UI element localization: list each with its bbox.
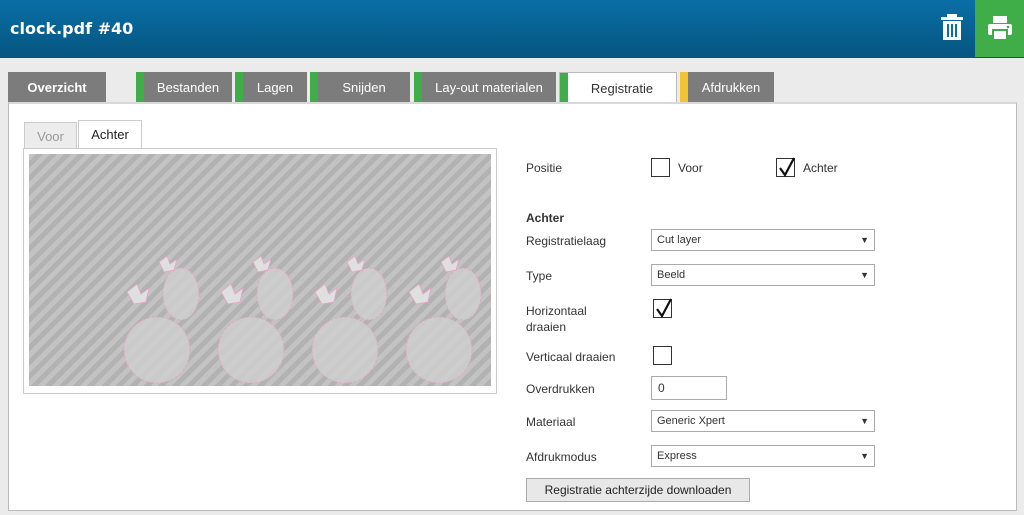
front-checkbox[interactable]: [651, 158, 670, 177]
registration-layer-select[interactable]: Cut layer ▼: [651, 229, 875, 251]
dropdown-arrow-icon: ▼: [860, 416, 869, 426]
tab-label: Overzicht: [27, 80, 87, 95]
tab-label: Lagen: [256, 80, 294, 95]
overprint-label: Overdrukken: [526, 382, 595, 396]
tab-registratie[interactable]: Registratie: [559, 72, 677, 104]
print-mode-label: Afdrukmodus: [526, 450, 597, 464]
material-select[interactable]: Generic Xpert ▼: [651, 410, 875, 432]
print-button[interactable]: [975, 0, 1024, 57]
status-marker: [680, 72, 688, 103]
section-title: Achter: [526, 211, 565, 225]
preview-image: [29, 154, 491, 386]
tab-label: Afdrukken: [701, 80, 761, 95]
status-marker: [235, 72, 243, 103]
tab-achter[interactable]: Achter: [78, 120, 142, 150]
select-value: Express: [657, 450, 697, 462]
tab-label: Registratie: [590, 81, 654, 96]
print-mode-select[interactable]: Express ▼: [651, 445, 875, 467]
tab-label: Lay-out materialen: [435, 80, 543, 95]
trash-icon[interactable]: [938, 12, 966, 42]
checkmark-icon: [656, 298, 672, 319]
dropdown-arrow-icon: ▼: [860, 270, 869, 280]
select-value: Cut layer: [657, 234, 702, 246]
tab-bestanden[interactable]: Bestanden: [136, 72, 232, 103]
position-label: Positie: [526, 161, 563, 175]
tab-label: Snijden: [342, 80, 386, 95]
back-checkbox[interactable]: [776, 157, 795, 178]
tab-layout-materialen[interactable]: Lay-out materialen: [414, 72, 556, 103]
status-marker: [136, 72, 144, 103]
select-value: Beeld: [657, 269, 686, 281]
tab-lagen[interactable]: Lagen: [235, 72, 307, 103]
select-value: Generic Xpert: [657, 415, 725, 427]
overprint-input[interactable]: [651, 376, 727, 400]
tab-label: Bestanden: [156, 80, 220, 95]
tab-afdrukken[interactable]: Afdrukken: [680, 72, 774, 103]
tab-snijden[interactable]: Snijden: [310, 72, 410, 103]
status-marker: [310, 72, 318, 103]
status-marker: [414, 72, 422, 103]
type-label: Type: [526, 269, 553, 283]
dropdown-arrow-icon: ▼: [860, 451, 869, 461]
flip-horizontal-label: Horizontaal draaien: [526, 304, 587, 334]
status-marker: [560, 73, 568, 104]
document-title: clock.pdf #40: [10, 19, 134, 38]
flip-horizontal-checkbox[interactable]: [653, 298, 672, 319]
printer-icon: [988, 16, 1012, 41]
tab-overzicht[interactable]: Overzicht: [8, 72, 106, 103]
clock-artwork: [123, 255, 482, 384]
registration-layer-label: Registratielaag: [526, 234, 607, 248]
dropdown-arrow-icon: ▼: [860, 235, 869, 245]
checkmark-icon: [779, 157, 795, 178]
preview-frame: [23, 148, 497, 394]
type-select[interactable]: Beeld ▼: [651, 264, 875, 286]
flip-vertical-checkbox[interactable]: [653, 346, 672, 365]
top-bar: clock.pdf #40: [0, 0, 1024, 58]
flip-vertical-label: Verticaal draaien: [526, 350, 616, 364]
back-checkbox-label: Achter: [803, 161, 838, 175]
download-registration-button[interactable]: Registratie achterzijde downloaden: [526, 478, 750, 502]
front-checkbox-label: Voor: [678, 161, 703, 175]
tab-voor[interactable]: Voor: [24, 122, 77, 150]
material-label: Materiaal: [526, 415, 576, 429]
